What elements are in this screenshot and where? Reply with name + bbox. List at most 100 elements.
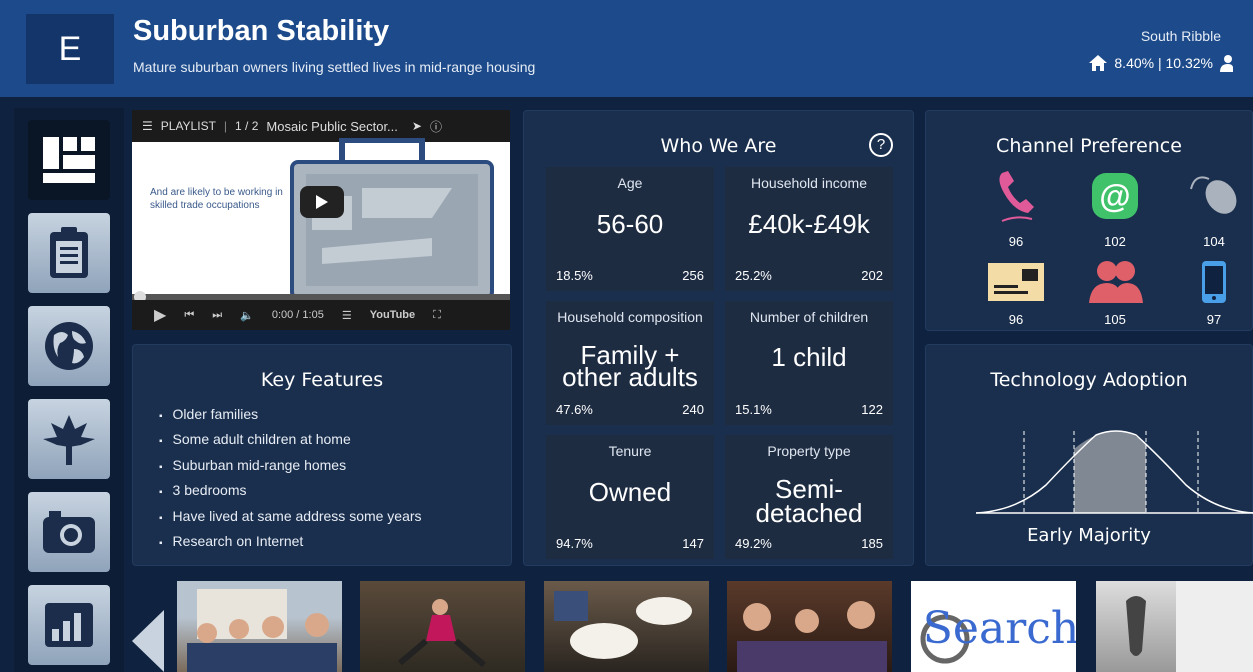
- income-card: Household income £40k-£49k 25.2% 202: [725, 167, 893, 291]
- share-icon[interactable]: ➤: [412, 119, 422, 133]
- list-item: Have lived at same address some years: [159, 505, 422, 530]
- photo-exercise[interactable]: [360, 581, 525, 672]
- video-time: 0:00 / 1:05: [271, 309, 324, 321]
- list-item: 3 bedrooms: [159, 479, 422, 504]
- card-index: 122: [861, 402, 883, 417]
- list-item: Suburban mid-range homes: [159, 454, 422, 479]
- key-features-title: Key Features: [260, 369, 384, 391]
- video-controls: ▶ ⏮ ⏭ 🔈 0:00 / 1:05 ☰ YouTube ⛶: [132, 300, 510, 330]
- channel-mobile: 97: [1184, 259, 1244, 327]
- photo-coffee[interactable]: [544, 581, 709, 672]
- card-value: £40k-£49k: [748, 209, 870, 239]
- info-icon[interactable]: ⓘ: [430, 118, 442, 135]
- nav-chart-button[interactable]: [28, 585, 110, 665]
- youtube-logo[interactable]: YouTube: [370, 309, 415, 321]
- sidebar-nav: [14, 108, 124, 672]
- search-photo: Search: [920, 603, 1076, 664]
- globe-icon: [45, 322, 93, 370]
- photo-search[interactable]: Search: [911, 581, 1076, 672]
- video-title[interactable]: Mosaic Public Sector...: [266, 119, 398, 134]
- nav-globe-button[interactable]: [28, 306, 110, 386]
- help-icon[interactable]: ?: [869, 133, 893, 157]
- exercise-photo: [398, 599, 486, 668]
- children-card: Number of children 1 child 15.1% 122: [725, 301, 893, 425]
- channel-title: Channel Preference: [996, 135, 1182, 157]
- card-percent: 25.2%: [735, 268, 772, 283]
- nav-tree-button[interactable]: [28, 399, 110, 479]
- tenure-card: Tenure Owned 94.7% 147: [546, 435, 714, 559]
- channel-value: 97: [1206, 312, 1222, 327]
- channel-face-to-face: 105: [1085, 259, 1145, 327]
- friends-photo: [737, 601, 887, 672]
- property-card: Property type Semi- detached 49.2% 185: [725, 435, 893, 559]
- playlist-label[interactable]: PLAYLIST: [161, 119, 216, 133]
- area-stats: 8.40% | 10.32%: [1088, 54, 1233, 72]
- card-label: Number of children: [749, 309, 869, 325]
- card-label: Age: [617, 175, 643, 191]
- video-player[interactable]: ☰ PLAYLIST | 1 / 2 Mosaic Public Sector.…: [132, 110, 510, 330]
- channel-value: 96: [1008, 234, 1024, 249]
- person-icon: [1219, 54, 1233, 72]
- list-item: Older families: [159, 403, 422, 428]
- who-we-are-title: Who We Are: [660, 135, 777, 157]
- playlist-icon[interactable]: ☰: [142, 119, 153, 133]
- card-label: Household composition: [557, 309, 703, 325]
- photo-friends[interactable]: [727, 581, 892, 672]
- card-value: Owned: [588, 477, 672, 507]
- play-button[interactable]: [300, 186, 344, 218]
- segment-header: E Suburban Stability Mature suburban own…: [0, 0, 1253, 97]
- card-percent: 47.6%: [556, 402, 593, 417]
- card-value: 56-60: [596, 209, 664, 239]
- card-index: 202: [861, 268, 883, 283]
- nav-camera-button[interactable]: [28, 492, 110, 572]
- channel-value: 102: [1104, 234, 1126, 249]
- card-index: 147: [682, 536, 704, 551]
- phone-icon: [999, 171, 1034, 222]
- channel-preference-panel: Channel Preference 96 @ 102 104 96 105 9…: [925, 110, 1253, 331]
- chevron-left-icon: [132, 610, 164, 672]
- channel-email: @ 102: [1085, 169, 1145, 249]
- card-label: Tenure: [608, 443, 652, 459]
- playlist-menu-icon[interactable]: ☰: [342, 309, 352, 322]
- coffee-photo: [554, 591, 692, 659]
- card-percent: 49.2%: [735, 536, 772, 551]
- playlist-count: 1 / 2: [235, 119, 259, 133]
- card-percent: 15.1%: [735, 402, 772, 417]
- channel-mail: 96: [986, 259, 1046, 327]
- clipboard-icon: [50, 227, 88, 278]
- tree-icon: [43, 415, 95, 465]
- key-features-list: Older families Some adult children at ho…: [159, 403, 422, 555]
- card-index: 240: [682, 402, 704, 417]
- channel-value: 104: [1203, 234, 1225, 249]
- group-badge: E: [26, 14, 114, 84]
- adoption-curve: [976, 430, 1253, 514]
- channel-value: 105: [1104, 312, 1126, 327]
- segment-subtitle: Mature suburban owners living settled li…: [133, 59, 536, 75]
- mobile-icon: [1202, 261, 1226, 303]
- volume-icon[interactable]: 🔈: [240, 309, 254, 322]
- home-icon: [1088, 54, 1108, 72]
- card-percent: 94.7%: [556, 536, 593, 551]
- card-value: 1 child: [771, 342, 847, 372]
- play-control-icon[interactable]: ▶: [154, 305, 166, 325]
- email-icon: @: [1092, 173, 1138, 219]
- area-stats-text: 8.40% | 10.32%: [1114, 55, 1213, 71]
- nav-dashboard-button[interactable]: [28, 120, 110, 200]
- prev-icon[interactable]: ⏮: [184, 309, 194, 322]
- camera-icon: [43, 511, 95, 553]
- nav-clipboard-button[interactable]: [28, 213, 110, 293]
- carousel-prev-button[interactable]: [132, 610, 164, 672]
- people-icon: [1089, 261, 1143, 303]
- card-value-line2: other adults: [562, 362, 698, 392]
- dashboard-icon: [43, 137, 95, 183]
- bar-chart-icon: [45, 603, 93, 647]
- fullscreen-icon[interactable]: ⛶: [433, 309, 441, 322]
- photo-newspaper[interactable]: [1096, 581, 1253, 672]
- key-features-panel: Key Features Older families Some adult c…: [132, 344, 512, 566]
- technology-title: Technology Adoption: [990, 369, 1188, 391]
- mouse-icon: [1190, 176, 1237, 214]
- toolbox-illustration: [290, 138, 494, 300]
- photo-family[interactable]: [177, 581, 342, 672]
- adoption-category: Early Majority: [1027, 525, 1151, 546]
- next-icon[interactable]: ⏭: [212, 309, 222, 322]
